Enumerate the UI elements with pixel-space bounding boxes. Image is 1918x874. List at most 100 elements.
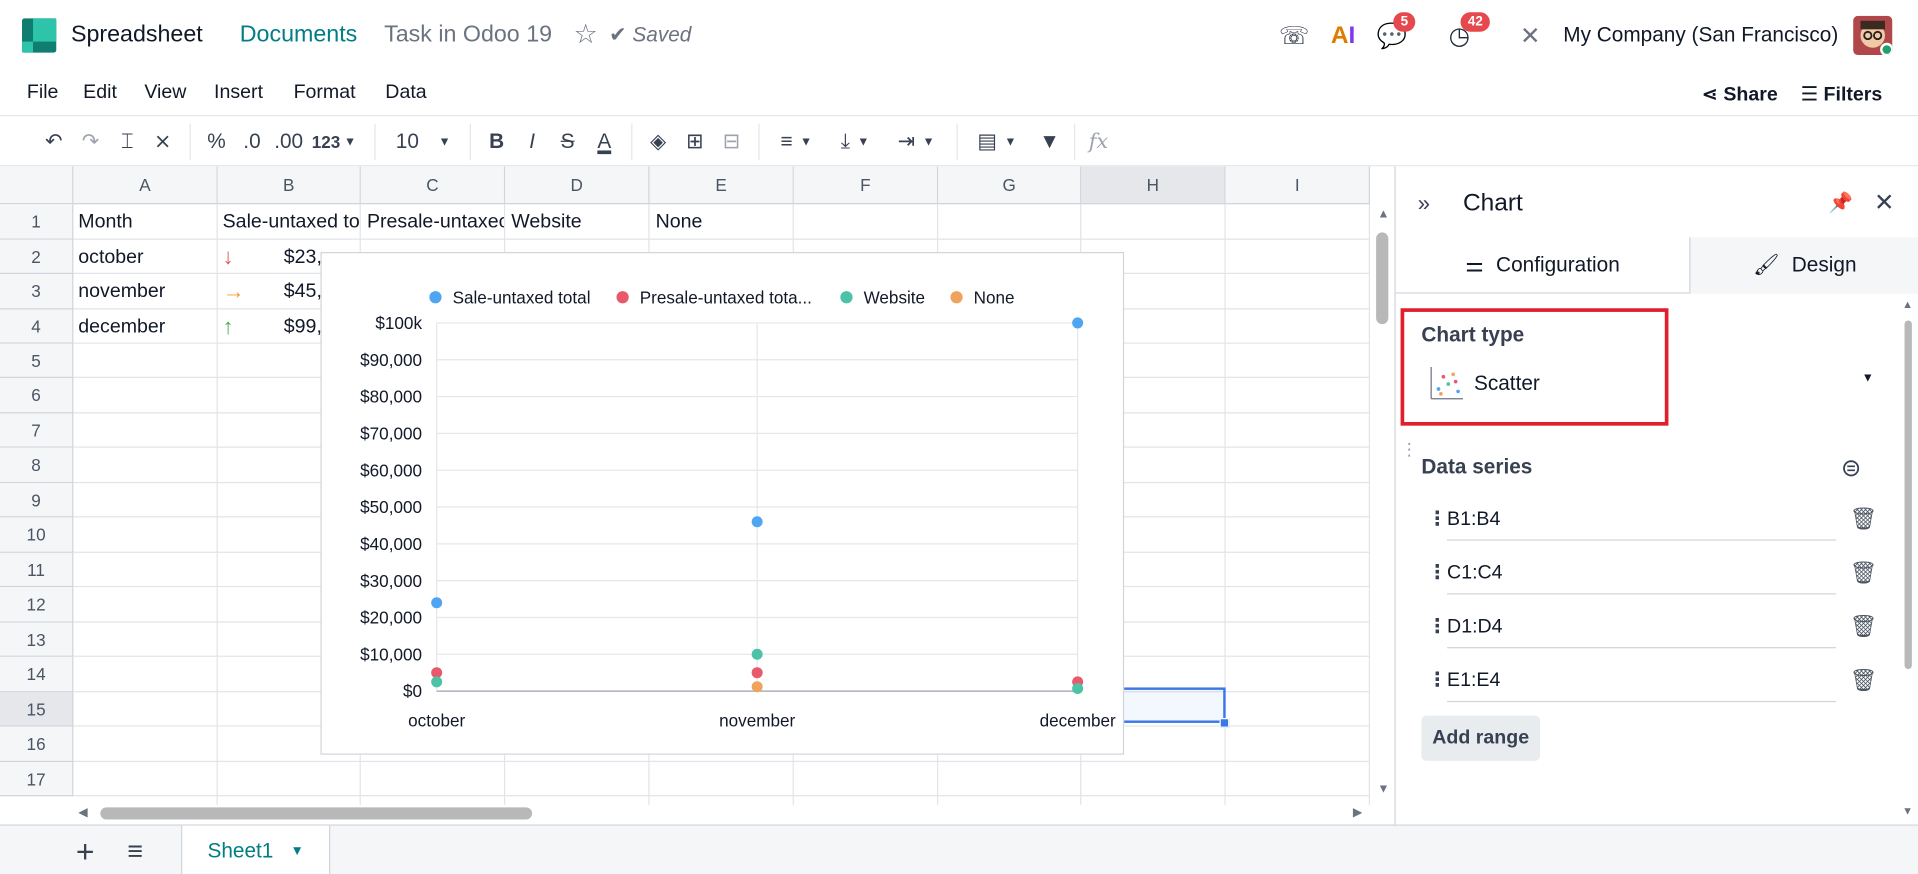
redo-icon[interactable]: ↷ (76, 126, 105, 158)
drag-handle-icon[interactable]: ⋮ (1427, 668, 1447, 692)
cell-a2[interactable]: october (78, 247, 215, 269)
scroll-right-icon[interactable]: ▶ (1353, 806, 1362, 819)
panel-scrollbar[interactable]: ▲ ▼ (1902, 298, 1914, 818)
range-input-e[interactable]: E1:E4 (1447, 665, 1837, 703)
phone-icon[interactable]: ☏ (1276, 17, 1313, 54)
row-header[interactable]: 14 (0, 656, 74, 693)
column-header-i[interactable]: I (1225, 166, 1370, 205)
trash-icon[interactable]: 🗑 (1849, 560, 1877, 586)
column-header-h[interactable]: H (1081, 166, 1226, 205)
column-header-e[interactable]: E (649, 166, 794, 205)
font-size-dropdown[interactable]: 10 ▼ (389, 126, 457, 158)
document-name[interactable]: Task in Odoo 19 (384, 22, 552, 49)
menu-insert[interactable]: Insert (214, 82, 263, 104)
autofill-handle[interactable] (1219, 718, 1230, 728)
decrease-decimal-button[interactable]: .0 (237, 126, 266, 158)
sheet-list-icon[interactable]: ≡ (127, 835, 143, 867)
cell-e1[interactable]: None (656, 212, 793, 234)
italic-button[interactable]: I (517, 126, 546, 158)
row-header[interactable]: 17 (0, 762, 74, 797)
percent-format-button[interactable]: % (202, 126, 231, 158)
row-header[interactable]: 6 (0, 377, 74, 414)
scroll-left-icon[interactable]: ◀ (78, 806, 87, 819)
vertical-align-dropdown[interactable]: ⤓ ▼ (829, 126, 880, 158)
chat-icon[interactable]: 💬 5 (1374, 12, 1416, 54)
corner-cell[interactable] (0, 166, 74, 205)
drag-handle-icon[interactable]: ⋮ (1427, 560, 1447, 584)
cell-a3[interactable]: november (78, 281, 215, 303)
undo-icon[interactable]: ↶ (39, 126, 68, 158)
strikethrough-button[interactable]: S (553, 126, 582, 158)
horizontal-scrollbar[interactable]: ◀ ▶ (73, 802, 1370, 824)
favorite-star-icon[interactable]: ☆ (574, 18, 598, 50)
range-input-c[interactable]: C1:C4 (1447, 558, 1837, 595)
trash-icon[interactable]: 🗑 (1849, 668, 1877, 694)
spreadsheet-logo-icon[interactable] (22, 18, 57, 53)
scroll-down-icon[interactable]: ▼ (1902, 805, 1913, 817)
column-header-g[interactable]: G (938, 166, 1082, 205)
menu-view[interactable]: View (144, 82, 186, 104)
scroll-up-icon[interactable]: ▲ (1377, 208, 1389, 221)
chart-type-select[interactable]: Scatter ▼ (1421, 360, 1878, 409)
column-header-b[interactable]: B (217, 166, 361, 205)
cell-a4[interactable]: december (78, 317, 215, 339)
cell-a1[interactable]: Month (78, 212, 215, 234)
vertical-scroll-thumb[interactable] (1376, 232, 1389, 325)
company-switcher[interactable]: My Company (San Francisco) (1563, 23, 1838, 47)
column-header-a[interactable]: A (73, 166, 218, 205)
spreadsheet-grid[interactable]: A B C D E F G H I 1 2 3 4 5 6 7 8 9 10 1… (0, 166, 1370, 805)
bold-button[interactable]: B (482, 126, 511, 158)
column-header-d[interactable]: D (505, 166, 650, 205)
tab-configuration[interactable]: ⚌ Configuration (1396, 237, 1690, 293)
pin-icon[interactable]: 📌 (1829, 191, 1853, 215)
filters-button[interactable]: ☰ Filters (1801, 82, 1883, 106)
paint-format-icon[interactable]: ⌶ (113, 126, 142, 158)
increase-decimal-button[interactable]: .00 (272, 126, 306, 158)
row-header[interactable]: 2 (0, 239, 74, 274)
ai-icon[interactable]: AI (1325, 17, 1362, 54)
row-header[interactable]: 11 (0, 552, 74, 588)
column-header-f[interactable]: F (793, 166, 939, 205)
fill-color-icon[interactable]: ◈ (643, 126, 672, 158)
tab-design[interactable]: 🖌 Design (1689, 237, 1918, 294)
clear-format-icon[interactable]: ⨯ (148, 126, 177, 158)
chevron-down-icon[interactable]: ▼ (291, 843, 304, 858)
merge-cells-icon[interactable]: ⊟ (717, 126, 746, 158)
activity-clock-icon[interactable]: ◷ 42 (1441, 12, 1491, 54)
filter-icon[interactable]: ▼ (1035, 126, 1064, 158)
text-color-button[interactable]: A (588, 126, 620, 158)
insert-dropdown[interactable]: ▤ ▼ (971, 126, 1022, 158)
sheet-tab-sheet1[interactable]: Sheet1 ▼ (181, 825, 331, 874)
row-header[interactable]: 5 (0, 343, 74, 378)
drag-handle-icon[interactable]: ⋮ (1427, 614, 1447, 638)
menu-data[interactable]: Data (385, 82, 426, 104)
horizontal-scroll-thumb[interactable] (100, 807, 533, 820)
row-header[interactable]: 12 (0, 587, 74, 623)
tools-icon[interactable]: ✕ (1512, 17, 1549, 54)
range-input-b[interactable]: B1:B4 (1447, 504, 1837, 541)
scroll-down-icon[interactable]: ▼ (1377, 783, 1389, 796)
wrapping-dropdown[interactable]: ⇥ ▼ (890, 126, 941, 158)
share-button[interactable]: ⋖ Share (1701, 82, 1777, 106)
row-header[interactable]: 7 (0, 413, 74, 448)
breadcrumb-documents[interactable]: Documents (240, 22, 358, 49)
collapse-panel-icon[interactable]: » (1418, 191, 1430, 217)
number-format-dropdown[interactable]: 123 ▼ (308, 126, 359, 158)
menu-edit[interactable]: Edit (83, 82, 117, 104)
row-header[interactable]: 16 (0, 726, 74, 763)
trash-icon[interactable]: 🗑 (1849, 614, 1877, 640)
row-header[interactable]: 1 (0, 204, 74, 240)
drag-handle-icon[interactable]: ⋮ (1427, 506, 1447, 530)
row-header[interactable]: 13 (0, 622, 74, 657)
row-header[interactable]: 9 (0, 483, 74, 518)
row-header[interactable]: 15 (0, 692, 74, 727)
close-icon[interactable]: ✕ (1874, 187, 1895, 218)
row-header[interactable]: 10 (0, 517, 74, 553)
user-avatar[interactable] (1853, 15, 1893, 56)
cell-b1[interactable]: Sale-untaxed to (223, 212, 360, 234)
row-header[interactable]: 4 (0, 309, 74, 344)
vertical-scrollbar[interactable]: ▲ ▼ (1370, 205, 1394, 804)
scatter-chart[interactable]: $0 $10,000 $20,000 $30,000 $40,000 $50,000 $60… (320, 251, 1125, 755)
app-title[interactable]: Spreadsheet (71, 22, 203, 49)
trash-icon[interactable]: 🗑 (1849, 506, 1877, 532)
